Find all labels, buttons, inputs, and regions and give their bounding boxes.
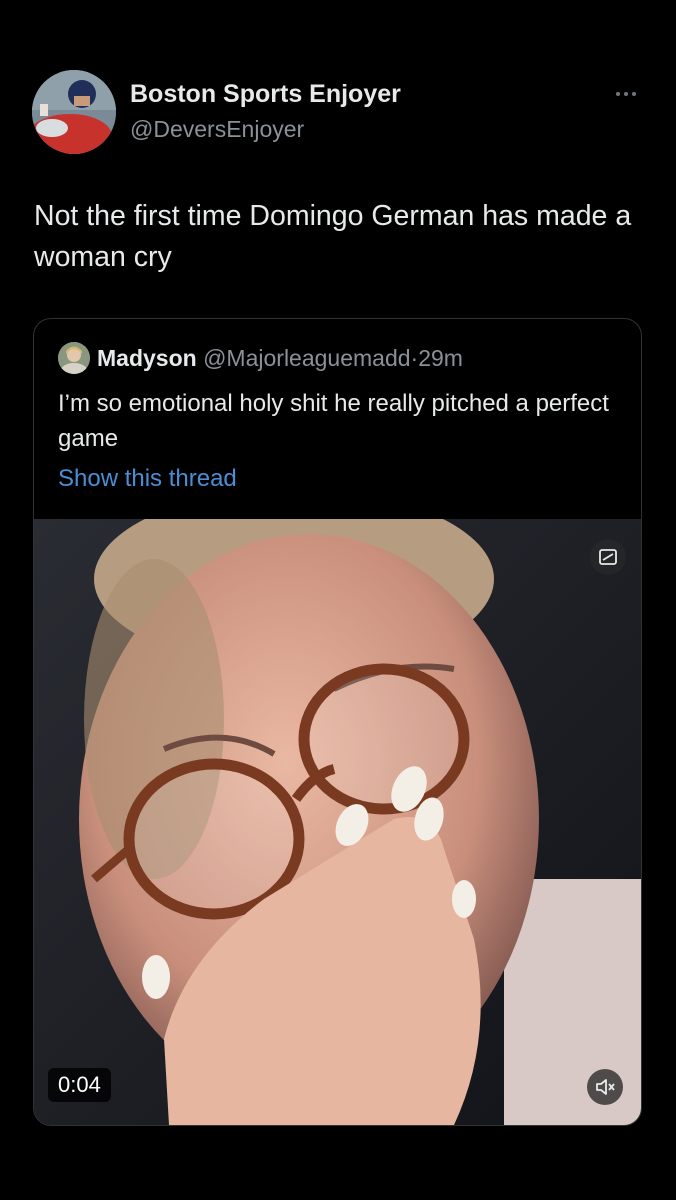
mute-toggle-button[interactable] xyxy=(587,1069,623,1105)
author-handle[interactable]: @DeversEnjoyer xyxy=(130,116,304,143)
quoted-tweet-header: Madyson @Majorleaguemadd·29m xyxy=(97,343,463,373)
quoted-author-handle[interactable]: @Majorleaguemadd xyxy=(203,345,410,371)
quoted-tweet-card[interactable]: Madyson @Majorleaguemadd·29m I’m so emot… xyxy=(33,318,642,1126)
quoted-timestamp[interactable]: 29m xyxy=(418,345,463,371)
video-player[interactable]: 0:04 xyxy=(34,519,641,1125)
author-avatar[interactable] xyxy=(32,70,116,154)
media-badge-button[interactable] xyxy=(590,539,626,575)
video-duration-badge: 0:04 xyxy=(48,1068,111,1102)
more-options-button[interactable] xyxy=(606,82,646,106)
quoted-author-avatar[interactable] xyxy=(58,342,90,374)
tweet-text: Not the first time Domingo German has ma… xyxy=(34,200,632,273)
more-horizontal-icon xyxy=(616,92,636,96)
author-display-name[interactable]: Boston Sports Enjoyer xyxy=(130,80,401,109)
show-thread-link[interactable]: Show this thread xyxy=(58,465,237,493)
quoted-tweet-text: I’m so emotional holy shit he really pit… xyxy=(58,390,609,452)
author-avatar-image xyxy=(32,70,116,154)
quoted-avatar-image xyxy=(58,342,90,374)
quoted-author-name[interactable]: Madyson xyxy=(97,345,197,371)
volume-muted-icon xyxy=(596,1079,615,1095)
video-frame xyxy=(34,519,641,1125)
media-badge-icon xyxy=(599,549,617,565)
